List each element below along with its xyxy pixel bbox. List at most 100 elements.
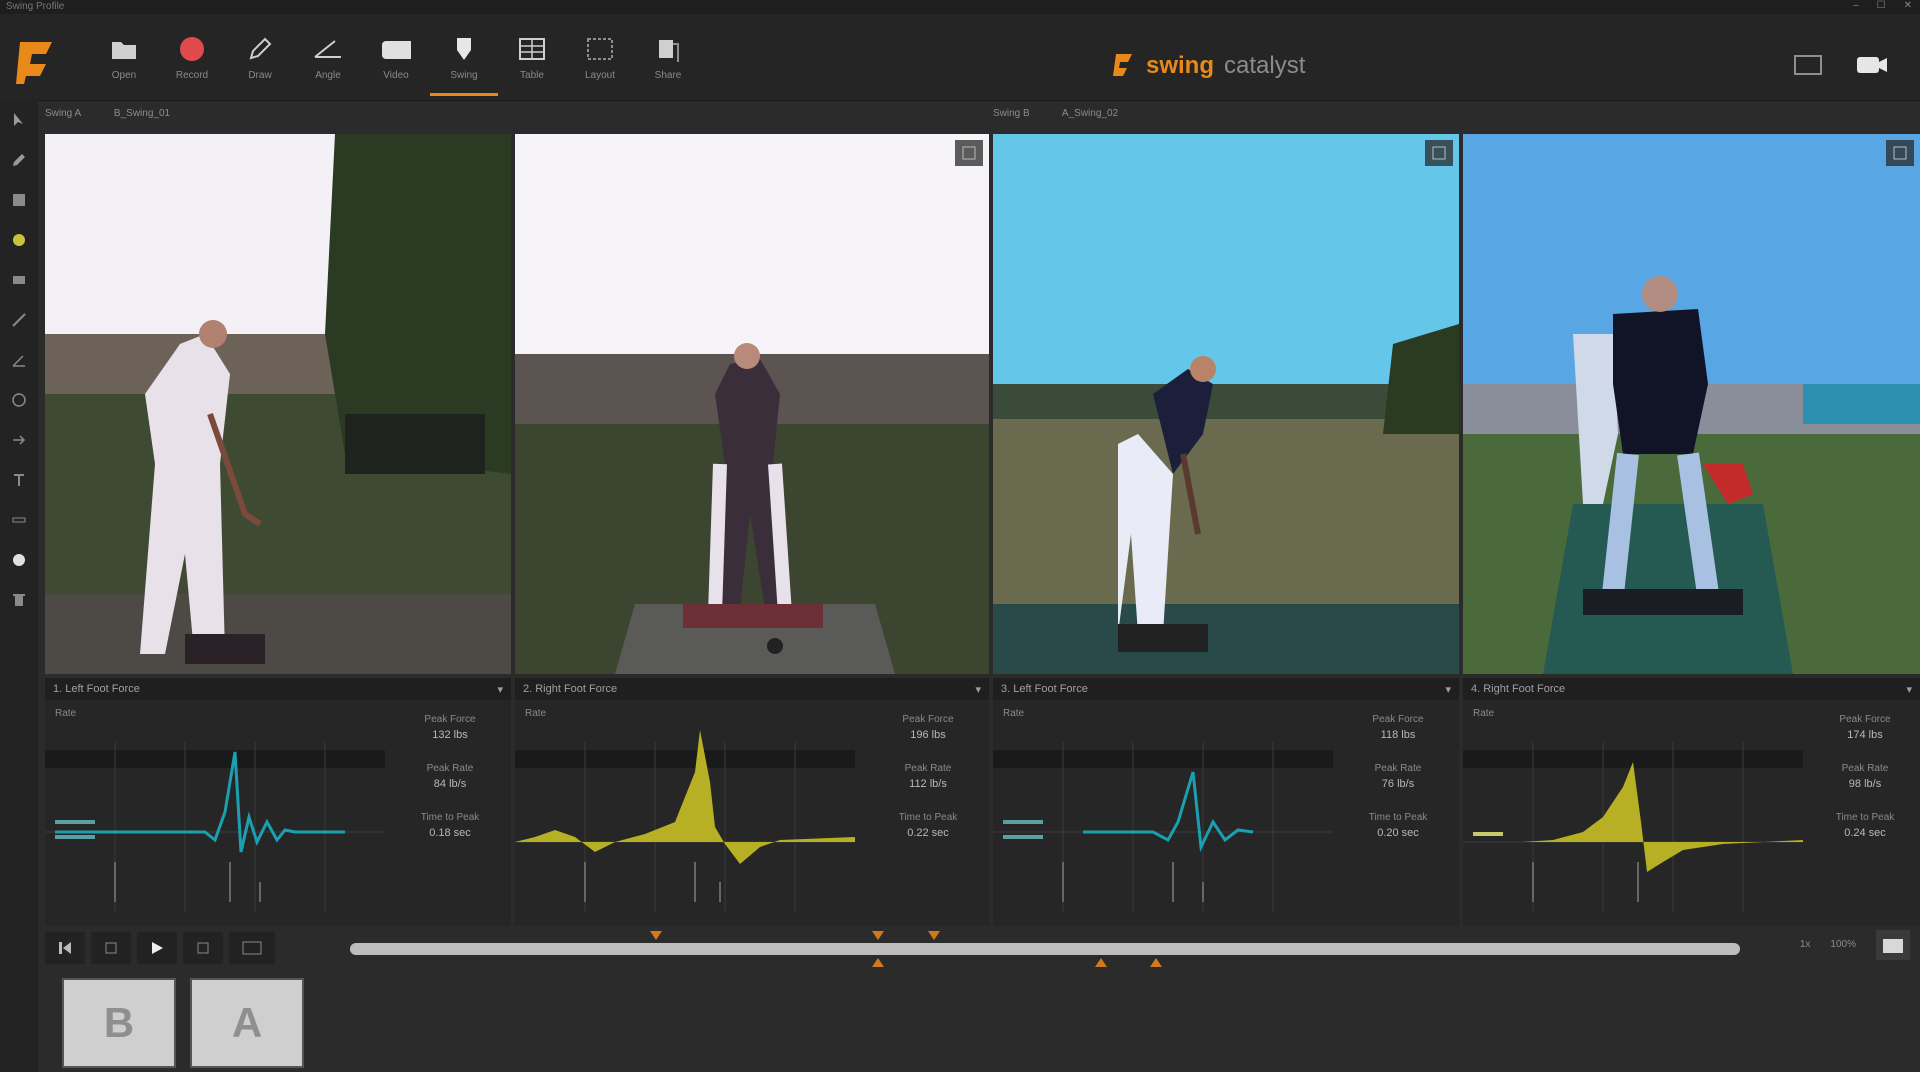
- rect-tool-button[interactable]: [0, 260, 38, 300]
- metric-value: 118 lbs: [1380, 729, 1416, 741]
- tool-share[interactable]: Share: [634, 24, 702, 96]
- timeline-marker-bottom[interactable]: [1150, 958, 1163, 967]
- metric-label: Time to Peak: [1835, 812, 1895, 823]
- graph-title: 3. Left Foot Force: [1001, 683, 1088, 695]
- video-frame-4[interactable]: [1463, 134, 1920, 674]
- tool-label: Table: [520, 70, 544, 81]
- table-icon: [517, 34, 547, 64]
- trash-tool-button[interactable]: [0, 580, 38, 620]
- fullscreen-button[interactable]: [1790, 50, 1826, 80]
- text-tool-button[interactable]: [0, 460, 38, 500]
- snapshot-button[interactable]: [1876, 930, 1910, 960]
- tool-angle[interactable]: Angle: [294, 24, 362, 96]
- play-icon: [152, 942, 163, 954]
- swing-thumbnails: B A: [62, 978, 304, 1068]
- tool-table[interactable]: Table: [498, 24, 566, 96]
- graph-title: 1. Left Foot Force: [53, 683, 140, 695]
- close-button[interactable]: ✕: [1904, 0, 1912, 11]
- tool-layout[interactable]: Layout: [566, 24, 634, 96]
- graph-menu-icon[interactable]: ▾: [1445, 683, 1451, 696]
- tool-label: Swing: [450, 70, 478, 81]
- frame-expand-button[interactable]: [1425, 140, 1453, 166]
- graph-metrics: Peak Force 132 lbs Peak Rate 84 lb/s Time …: [395, 714, 505, 861]
- step-back-button[interactable]: [91, 932, 131, 964]
- timeline-scrubber[interactable]: [350, 931, 1740, 967]
- video-area: Swing A B_Swing_01 Swing B A_Swing_02: [45, 108, 1920, 676]
- right-toolbar: [1790, 50, 1890, 80]
- tool-swing[interactable]: Swing: [430, 24, 498, 96]
- timeline-marker-top[interactable]: [927, 931, 940, 940]
- graph-menu-icon[interactable]: ▾: [975, 683, 981, 696]
- pen-tool-button[interactable]: [0, 140, 38, 180]
- timeline-marker-top[interactable]: [649, 931, 662, 940]
- layout-icon: [585, 34, 615, 64]
- graph-panel-3[interactable]: 3. Left Foot Force ▾ Rate Peak Force 118 …: [993, 678, 1459, 926]
- line-tool-button[interactable]: [0, 300, 38, 340]
- tool-label: Open: [111, 70, 137, 81]
- rectangle-icon: [13, 276, 25, 284]
- loop-button[interactable]: [229, 932, 275, 964]
- record-icon: [177, 34, 207, 64]
- graph-plot: [45, 742, 385, 912]
- camera-settings-button[interactable]: [1854, 50, 1890, 80]
- select-tool-button[interactable]: [0, 100, 38, 140]
- circle-tool-button[interactable]: [0, 380, 38, 420]
- swing-thumbnail-b[interactable]: B: [62, 978, 176, 1068]
- video-frame-3[interactable]: [993, 134, 1459, 674]
- tool-group: Open Record Draw Angle Video Swing Table…: [90, 24, 702, 96]
- metric-label: Peak Force: [424, 714, 476, 725]
- graph-header: 2. Right Foot Force ▾: [515, 678, 989, 700]
- tool-open[interactable]: Open: [90, 24, 158, 96]
- metric-value: 174 lbs: [1847, 729, 1883, 741]
- line-icon: [12, 313, 26, 327]
- speed-label[interactable]: 1x: [1800, 938, 1811, 952]
- frame-expand-button[interactable]: [955, 140, 983, 166]
- tool-video[interactable]: Video: [362, 24, 430, 96]
- graph-panel-2[interactable]: 2. Right Foot Force ▾ Rate Peak Force 196…: [515, 678, 989, 926]
- frame-expand-button[interactable]: [1886, 140, 1914, 166]
- timeline-marker-bottom[interactable]: [872, 958, 885, 967]
- graph-menu-icon[interactable]: ▾: [497, 683, 503, 696]
- swing-thumbnail-a[interactable]: A: [190, 978, 304, 1068]
- video-image: [993, 134, 1459, 674]
- tool-draw[interactable]: Draw: [226, 24, 294, 96]
- step-forward-button[interactable]: [183, 932, 223, 964]
- video-frame-1[interactable]: [45, 134, 511, 674]
- left-toolbar: [0, 100, 38, 1072]
- graph-metrics: Peak Force 174 lbs Peak Rate 98 lb/s Time …: [1815, 714, 1915, 861]
- video-frame-2[interactable]: [515, 134, 989, 674]
- minimize-button[interactable]: –: [1853, 0, 1859, 11]
- video-image: [45, 134, 511, 674]
- timeline-marker-bottom[interactable]: [1094, 958, 1107, 967]
- go-to-start-button[interactable]: [45, 932, 85, 964]
- window-title: Swing Profile: [6, 1, 65, 12]
- metric-peak-rate: Peak Rate 98 lb/s: [1815, 763, 1915, 790]
- force-graphs: 1. Left Foot Force ▾ Rate Peak Force 132 …: [45, 678, 1920, 926]
- highlight-tool-button[interactable]: [0, 220, 38, 260]
- graph-title: 4. Right Foot Force: [1471, 683, 1566, 695]
- zoom-label[interactable]: 100%: [1830, 938, 1856, 952]
- ruler-tool-button[interactable]: [0, 500, 38, 540]
- metric-label: Peak Rate: [1841, 763, 1889, 774]
- tool-label: Layout: [584, 70, 616, 81]
- metric-value: 196 lbs: [910, 729, 946, 741]
- graph-menu-icon[interactable]: ▾: [1906, 683, 1912, 696]
- play-button[interactable]: [137, 932, 177, 964]
- grid-tool-button[interactable]: [0, 180, 38, 220]
- metric-label: Peak Rate: [904, 763, 952, 774]
- video-image: [1463, 134, 1920, 674]
- metric-label: Time to Peak: [898, 812, 958, 823]
- timeline-marker-top[interactable]: [872, 931, 885, 940]
- swing-icon: [449, 34, 479, 64]
- tool-label: Draw: [248, 70, 272, 81]
- maximize-button[interactable]: ☐: [1877, 0, 1886, 11]
- tool-record[interactable]: Record: [158, 24, 226, 96]
- metric-label: Peak Rate: [426, 763, 474, 774]
- arrow-tool-button[interactable]: [0, 420, 38, 460]
- graph-panel-1[interactable]: 1. Left Foot Force ▾ Rate Peak Force 132 …: [45, 678, 511, 926]
- color-picker-button[interactable]: [0, 540, 38, 580]
- metric-value: 98 lb/s: [1848, 778, 1882, 790]
- angle-tool-button[interactable]: [0, 340, 38, 380]
- graph-panel-4[interactable]: 4. Right Foot Force ▾ Rate Peak Force 174…: [1463, 678, 1920, 926]
- window-controls: – ☐ ✕: [1853, 0, 1912, 11]
